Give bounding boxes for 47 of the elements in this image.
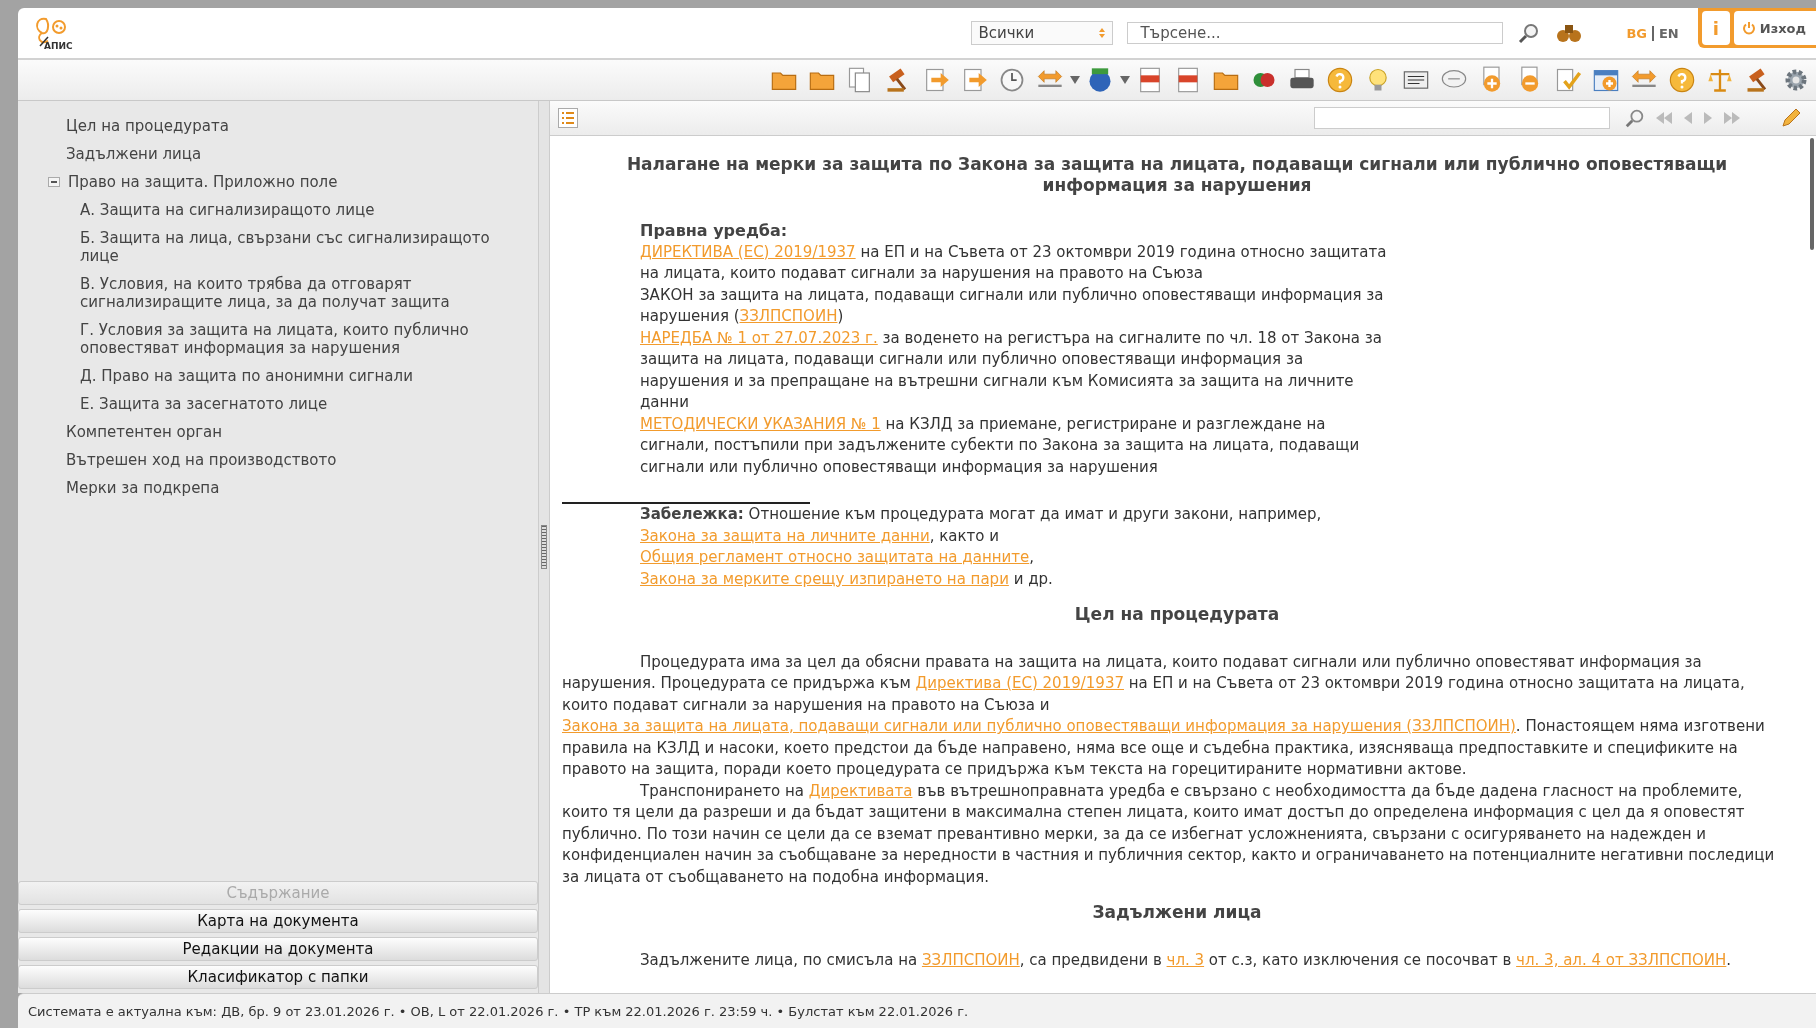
outline-item[interactable]: Цел на процедурата	[48, 117, 229, 135]
status-text: Системата е актуална към: ДВ, бр. 9 от 23.01.2026 г. • OB, L от 22.01.2026 г. • ТР към 22.01.2026 г. 23:59 ч. • Булстат към 22.01.2026 г.	[28, 1003, 969, 1019]
outline-item[interactable]: А. Защита на сигнализиращото лице	[62, 201, 375, 219]
collapse-toggle[interactable]	[48, 177, 60, 187]
legal-reference: МЕТОДИЧЕСКИ УКАЗАНИЯ № 1 на КЗЛД за приемане, регистриране и разглеждане на сигнали, постъпили при задължените субекти по Закона за защита на лицата, подаващи сигнали или публично оповестяващи информация за нарушения	[640, 413, 1361, 478]
help-icon[interactable]	[1326, 66, 1354, 94]
note-text: Забележка: Отношение към процедурата могат да имат и други закони, например, Закона за защита на личните данни, както и Общия регламент относно защитата на данните, Закона за мерките срещу изпирането на пари и др.	[640, 504, 1323, 590]
scrollbar-thumb[interactable]	[1810, 138, 1814, 250]
panel-tab[interactable]: Карта на документа	[18, 909, 538, 933]
paragraph: Транспонирането на Директивата във вътрешноправната уредба е свързано с необходимостта да бъде дадена гласност на проблемите, които тя цели да разреши и да бъдат защитени в максимална степен лицата, които имат достъп до определена информация с цел да я оповестят публично. По този начин се цели да се вземат превантивно мерки, за да се избегнат усложненията, свързани с осигуряването на надежден и конфиденциален начин за съобщаване за нередности в частния и публичния сектор, както и ограничаването на потенциалните негативни последици за лицата от съобщаването на подобна информация.	[562, 780, 1776, 888]
panel-tab[interactable]: Редакции на документа	[18, 937, 538, 961]
legal-reference: ЗАКОН за защита на лицата, подаващи сигнали или публично оповестяващи информация за нарушения (ЗЗЛПСПОИН)	[640, 284, 1385, 327]
legal-reference: ДИРЕКТИВА (ЕС) 2019/1937 на ЕП и на Съвета от 23 октомври 2019 година относно защитата на лицата, които подават сигнали за нарушения на правото на Съюза	[640, 241, 1388, 284]
scope-select[interactable]: Всички	[971, 21, 1114, 45]
outline-item[interactable]: Д. Право на защита по анонимни сигнали	[62, 367, 413, 385]
outline-item[interactable]: Е. Защита за засегнатото лице	[62, 395, 328, 413]
logout-button[interactable]: Изход	[1733, 11, 1816, 45]
outline-item[interactable]: В. Условия, на които трябва да отговарят сигнализиращите лица, за да получат защита	[62, 275, 520, 311]
paragraph: Процедурата има за цел да обясни правата на защита на лицата, които подават сигнали или публично оповестяват информация за нарушения. Процедурата се придържа към Директива (ЕС) 2019/1937 на ЕП и на Съвета от 23 октомври 2019 година относно защитата на лицата, които подават сигнали за нарушения на правото на Съюза и Закона за защита на лицата, подаващи сигнали или публично оповестяващи информация за нарушения (ЗЗЛПСПОИН). Понастоящем няма изготвени правила на КЗЛД и насоки, което предстои да бъде направено, няма все още и съдебна практика, изясняваща предпоставките и спецификите на правото на защита, поради което процедурата се придържа към текста на горецитираните нормативни актове.	[562, 651, 1766, 780]
outline-item[interactable]: Задължени лица	[48, 145, 202, 163]
pencil-icon[interactable]	[1780, 107, 1802, 129]
splitter-handle[interactable]	[541, 525, 547, 569]
section-label: Правна уредба:	[640, 220, 789, 242]
language-link[interactable]: EN	[1652, 25, 1684, 41]
outline-item[interactable]: Компетентен орган	[48, 423, 223, 441]
outline-item[interactable]: Г. Условия за защита на лицата, които публично оповестяват информация за нарушения	[62, 321, 520, 357]
section-heading: Цел на процедурата	[1073, 604, 1281, 626]
search-field[interactable]: Търсене...	[1127, 22, 1504, 44]
outline-item[interactable]: Б. Защита на лица, свързани със сигнализиращото лице	[62, 229, 520, 265]
caret-icon[interactable]	[1070, 76, 1080, 84]
sort-arrows-icon	[1098, 27, 1107, 39]
power-icon	[1741, 21, 1756, 35]
help-icon[interactable]	[1668, 66, 1696, 94]
section-heading: Задължени лица	[1091, 902, 1263, 924]
list-icon[interactable]	[558, 108, 578, 128]
caret-icon[interactable]	[1120, 76, 1130, 84]
search-icon[interactable]	[1624, 107, 1646, 129]
logo[interactable]: АПИС	[32, 15, 80, 51]
clock-icon[interactable]	[998, 66, 1026, 94]
outline-item[interactable]: Мерки за подкрепа	[48, 479, 220, 497]
document-title: Налагане на мерки за защита по Закона за защита на лицата, подаващи сигнали или публично оповестяващи информация за нарушения	[625, 154, 1729, 196]
panel-tab[interactable]: Класификатор с папки	[18, 965, 538, 989]
checkmark-document-icon[interactable]	[1554, 66, 1582, 94]
outline-item[interactable]: Право на защита. Приложно поле	[60, 173, 338, 191]
find-field[interactable]	[1314, 107, 1610, 129]
paragraph: Задължените лица, по смисъла на ЗЗЛПСПОИН, са предвидени в чл. 3 от с.з, като изключения се посочват в чл. 3, ал. 4 от ЗЗЛПСПОИН.	[639, 949, 1733, 971]
outline-item[interactable]: Вътрешен ход на производството	[48, 451, 337, 469]
